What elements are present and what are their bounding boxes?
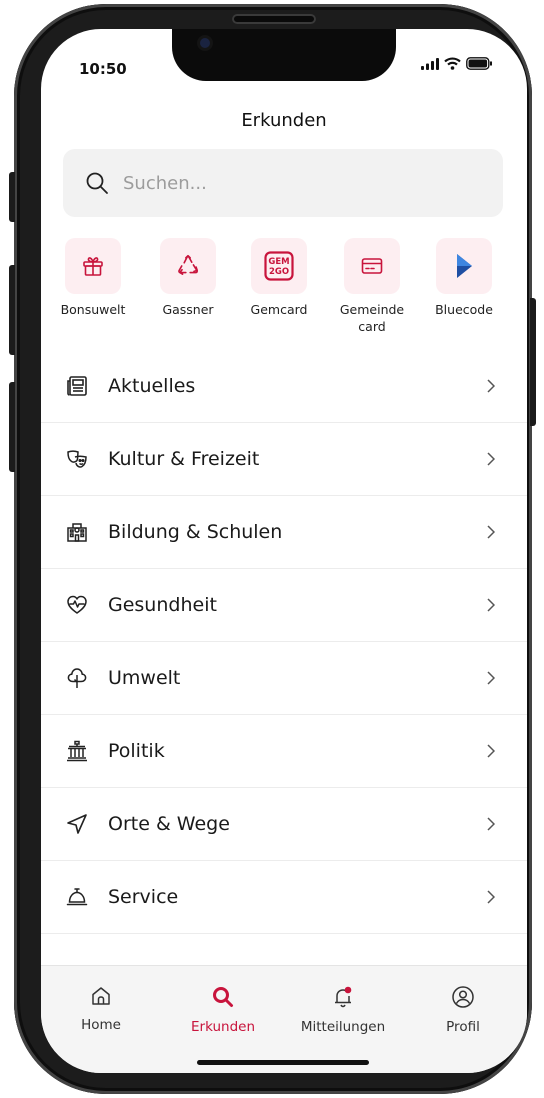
menu-item-label: Gesundheit: [108, 594, 217, 616]
tab-home[interactable]: Home: [41, 985, 161, 1033]
quick-tile[interactable]: [160, 238, 216, 294]
speaker-slot: [232, 14, 316, 24]
school-building-icon: [65, 520, 89, 544]
status-time: 10:50: [79, 60, 127, 78]
tab-erkunden[interactable]: Erkunden: [163, 985, 283, 1035]
chevron-right-icon: [487, 744, 495, 758]
tree-icon: [65, 666, 89, 690]
menu-item-orte-wege[interactable]: Orte & Wege: [41, 788, 527, 861]
quick-action-gassner[interactable]: Gassner: [142, 238, 234, 318]
volume-up-button: [9, 265, 15, 355]
volume-down-button: [9, 382, 15, 472]
chevron-right-icon: [487, 817, 495, 831]
recycle-icon: [178, 254, 199, 275]
credit-card-icon: [361, 258, 383, 274]
tab-label: Erkunden: [190, 1019, 256, 1035]
page-title: Erkunden: [241, 110, 327, 131]
menu-item-politik[interactable]: Politik: [41, 715, 527, 788]
menu-item-bildung-schulen[interactable]: Bildung & Schulen: [41, 496, 527, 569]
menu-item-gesundheit[interactable]: Gesundheit: [41, 569, 527, 642]
menu-item-aktuelles[interactable]: Aktuelles: [41, 350, 527, 423]
svg-text:2GO: 2GO: [269, 267, 289, 277]
gift-icon: [83, 257, 103, 276]
chevron-right-icon: [487, 890, 495, 904]
menu-item-label: Bildung & Schulen: [108, 521, 283, 543]
search-input[interactable]: [121, 171, 425, 195]
tab-label: Home: [81, 1017, 121, 1033]
menu-item-service[interactable]: Service: [41, 861, 527, 934]
menu-item-label: Service: [108, 886, 179, 908]
quick-action-label: Bluecode: [435, 302, 493, 317]
quick-action-bluecode[interactable]: Bluecode: [418, 238, 510, 318]
chevron-right-icon: [487, 671, 495, 685]
power-button: [530, 298, 536, 426]
camera-icon: [200, 38, 210, 48]
tab-profil[interactable]: Profil: [403, 985, 523, 1035]
profile-icon: [452, 986, 474, 1008]
quick-action-gemeinde-card[interactable]: Gemeinde card: [326, 238, 418, 335]
menu-item-umwelt[interactable]: Umwelt: [41, 642, 527, 715]
quick-action-label: Gemcard: [250, 302, 308, 317]
menu-item-label: Aktuelles: [108, 375, 196, 397]
tab-mitteilungen[interactable]: Mitteilungen: [283, 985, 403, 1035]
quick-tile[interactable]: [436, 238, 492, 294]
heart-pulse-icon: [65, 593, 89, 617]
menu-item-label: Politik: [108, 740, 165, 762]
menu-item-label: Orte & Wege: [108, 813, 230, 835]
chevron-right-icon: [487, 598, 495, 612]
battery-icon: [466, 57, 492, 70]
tab-bar: Home Erkunden Mitteilungen Profil: [41, 965, 527, 1073]
tab-label: Profil: [446, 1019, 480, 1035]
newspaper-icon: [65, 374, 89, 398]
chevron-right-icon: [487, 379, 495, 393]
notification-bell-icon: [335, 986, 352, 1008]
gem2go-logo-icon: GEM 2GO: [264, 251, 294, 281]
search-icon: [213, 987, 233, 1007]
wifi-icon: [444, 57, 461, 70]
status-icons: [421, 57, 493, 70]
menu-item-kultur-freizeit[interactable]: Kultur & Freizeit: [41, 423, 527, 496]
quick-tile[interactable]: GEM 2GO: [251, 238, 307, 294]
quick-action-label: Gassner: [162, 302, 214, 317]
svg-text:GEM: GEM: [268, 257, 289, 267]
quick-tile[interactable]: [65, 238, 121, 294]
service-bell-icon: [65, 885, 89, 909]
menu-item-label: Umwelt: [108, 667, 181, 689]
quick-action-bonsuwelt[interactable]: Bonsuwelt: [47, 238, 139, 318]
menu-item-label: Kultur & Freizeit: [108, 448, 260, 470]
quick-tile[interactable]: [344, 238, 400, 294]
chevron-right-icon: [487, 525, 495, 539]
home-indicator: [197, 1060, 369, 1065]
silent-switch: [9, 172, 15, 222]
screen: 10:50 Erkunden Suchen... Bonsuwelt Gassn…: [41, 29, 527, 1073]
tab-label: Mitteilungen: [300, 1019, 386, 1035]
home-icon: [92, 987, 110, 1005]
search-icon: [86, 172, 108, 194]
signal-icon: [421, 57, 439, 70]
notch: [172, 29, 396, 81]
bluecode-logo-icon: [457, 254, 472, 278]
chevron-right-icon: [487, 452, 495, 466]
theater-masks-icon: [65, 447, 89, 471]
navigation-arrow-icon: [65, 812, 89, 836]
quick-action-label: Gemeinde card: [339, 302, 405, 334]
quick-action-gemcard[interactable]: GEM 2GO Gemcard: [233, 238, 325, 318]
search-bar[interactable]: [63, 149, 503, 217]
quick-action-label: Bonsuwelt: [60, 302, 126, 317]
category-list: Aktuelles Kultur & Freizeit Bildung & Sc…: [41, 350, 527, 1006]
government-building-icon: [65, 739, 89, 763]
quick-actions: Bonsuwelt Gassner GEM 2GO Gemcard Gemein…: [47, 238, 527, 348]
